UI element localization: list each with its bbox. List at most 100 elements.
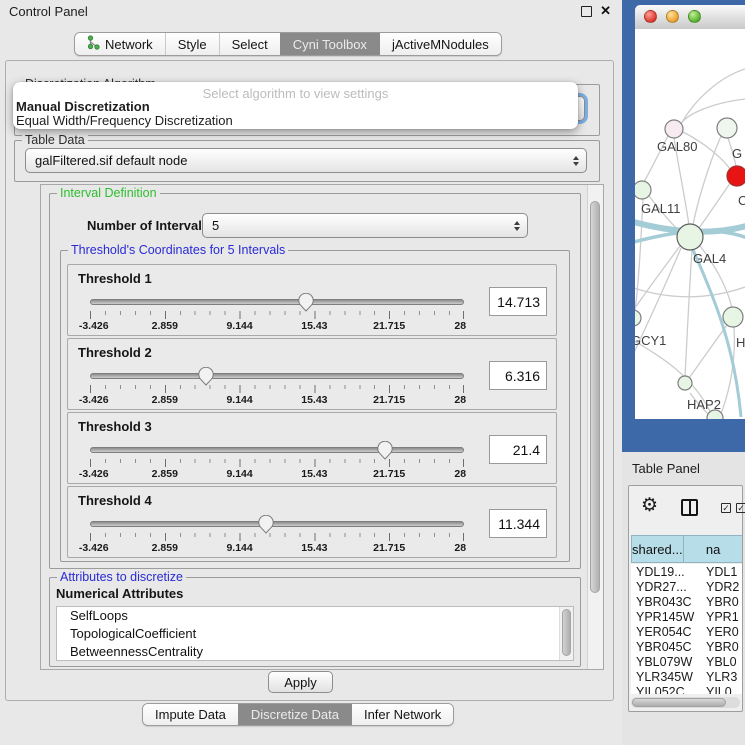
node-gcy1[interactable] — [635, 310, 641, 326]
table-row[interactable]: YPR145WYPR1 — [631, 609, 742, 624]
tab-jactivemnodules-label: jActiveMNodules — [392, 37, 489, 52]
columns-icon[interactable] — [681, 499, 698, 516]
threshold-4-label: Threshold 4 — [78, 493, 152, 508]
combo-arrows-icon — [514, 221, 520, 231]
checkbox-icon[interactable]: ✓ — [736, 503, 745, 513]
threshold-4-slider[interactable]: -3.426 2.859 9.144 15.43 21.715 28 — [90, 515, 464, 555]
control-panel-titlebar: Control Panel ✕ — [0, 0, 618, 24]
table-horizontal-scrollbar[interactable] — [631, 697, 740, 708]
settings-scrollbar-thumb[interactable] — [590, 201, 600, 593]
tick-label: 2.859 — [152, 542, 178, 554]
node-h[interactable] — [723, 307, 743, 327]
node-gal80[interactable] — [665, 120, 683, 138]
slider-thumb[interactable] — [298, 293, 314, 312]
popup-option-manual-discretization[interactable]: Manual Discretization — [16, 99, 150, 114]
table-data-group: Table Data galFiltered.sif default node — [14, 140, 600, 182]
tick-label: 28 — [454, 542, 466, 554]
apply-button[interactable]: Apply — [268, 671, 333, 693]
float-window-icon[interactable] — [581, 6, 592, 17]
threshold-2-label: Threshold 2 — [78, 345, 152, 360]
column-header[interactable]: shared... — [631, 535, 684, 563]
cell: YPR145W — [631, 610, 702, 624]
table-row[interactable]: YBR043CYBR0 — [631, 594, 742, 609]
table-row[interactable]: YIL052CYIL0 — [631, 684, 742, 694]
tab-network[interactable]: Network — [75, 33, 165, 55]
list-item[interactable]: TopologicalCoefficient — [57, 625, 573, 643]
tab-infer-network-label: Infer Network — [364, 707, 441, 722]
threshold-4-value-field[interactable]: 11.344 — [489, 509, 547, 538]
number-of-intervals-combobox[interactable]: 5 — [202, 213, 528, 238]
slider-track[interactable] — [90, 299, 464, 305]
table-row[interactable]: YDR27...YDR2 — [631, 579, 742, 594]
table-data-combobox[interactable]: galFiltered.sif default node — [25, 148, 587, 173]
gear-icon[interactable]: ⚙ — [641, 494, 658, 517]
threshold-3-panel: Threshold 3 -3.426 2.859 9.144 15.43 21.… — [67, 412, 557, 484]
number-of-intervals-label: Number of Intervals — [87, 218, 209, 233]
zoom-window-button[interactable] — [688, 10, 701, 23]
tick-label: 2.859 — [152, 394, 178, 406]
tab-discretize-data[interactable]: Discretize Data — [238, 704, 351, 725]
slider-scale: -3.426 2.859 9.144 15.43 21.715 28 — [90, 320, 464, 332]
column-header[interactable]: na — [684, 535, 742, 563]
cell: YLR3 — [702, 670, 737, 684]
node-red-selected[interactable] — [727, 166, 745, 186]
tick-label: -3.426 — [79, 320, 109, 332]
network-window-titlebar[interactable] — [635, 5, 745, 30]
network-canvas[interactable]: GAL80 G C GAL11 GAL4 GCY1 H HAP2 — [635, 29, 745, 419]
cell: YDL19... — [631, 565, 702, 579]
threshold-1-value-field[interactable]: 14.713 — [489, 287, 547, 316]
list-scrollbar[interactable] — [559, 607, 573, 660]
cell: YBR0 — [702, 640, 739, 654]
slider-track[interactable] — [90, 521, 464, 527]
node-hap2[interactable] — [678, 376, 692, 390]
node-gal11[interactable] — [635, 181, 651, 199]
table-row[interactable]: YBR045CYBR0 — [631, 639, 742, 654]
table-row[interactable]: YDL19...YDL1 — [631, 564, 742, 579]
threshold-2-slider[interactable]: -3.426 2.859 9.144 15.43 21.715 28 — [90, 367, 464, 407]
list-item[interactable]: SelfLoops — [57, 607, 573, 625]
node-gal4[interactable] — [677, 224, 703, 250]
node-label: H — [736, 335, 745, 350]
threshold-2-value-field[interactable]: 6.316 — [489, 361, 547, 390]
node-top-right[interactable] — [717, 118, 737, 138]
node-label: HAP2 — [687, 397, 721, 412]
close-window-button[interactable] — [644, 10, 657, 23]
tab-select[interactable]: Select — [219, 33, 280, 55]
tab-jactivemnodules[interactable]: jActiveMNodules — [379, 33, 501, 55]
tab-style-label: Style — [178, 37, 207, 52]
table-row[interactable]: YLR345WYLR3 — [631, 669, 742, 684]
popup-option-equal-width-frequency[interactable]: Equal Width/Frequency Discretization — [16, 113, 233, 128]
node-label: GAL4 — [693, 251, 726, 266]
threshold-3-value-field[interactable]: 21.4 — [489, 435, 547, 464]
table-row[interactable]: YBL079WYBL0 — [631, 654, 742, 669]
threshold-3-slider[interactable]: -3.426 2.859 9.144 15.43 21.715 28 — [90, 441, 464, 481]
tick-label: 15.43 — [301, 394, 327, 406]
tab-discretize-data-label: Discretize Data — [251, 707, 339, 722]
node-label: C — [738, 193, 745, 208]
slider-track[interactable] — [90, 447, 464, 453]
tick-label: 9.144 — [226, 542, 252, 554]
threshold-1-slider[interactable]: -3.426 2.859 9.144 15.43 21.715 28 — [90, 293, 464, 333]
list-scrollbar-thumb[interactable] — [562, 609, 571, 656]
settings-scrollbar[interactable] — [587, 185, 603, 669]
close-icon[interactable]: ✕ — [600, 3, 611, 19]
cell: YLR345W — [631, 670, 702, 684]
table-data-group-label: Table Data — [22, 133, 88, 148]
attributes-to-discretize-group: Attributes to discretize Numerical Attri… — [49, 577, 581, 667]
threshold-1-panel: Threshold 1 -3.426 2.859 9.144 15.43 21.… — [67, 264, 557, 336]
slider-thumb[interactable] — [258, 515, 274, 534]
numerical-attributes-list: SelfLoops TopologicalCoefficient Between… — [56, 606, 574, 661]
tab-style[interactable]: Style — [165, 33, 219, 55]
tab-infer-network[interactable]: Infer Network — [351, 704, 453, 725]
checkbox-icon[interactable]: ✓ — [721, 503, 731, 513]
table-horizontal-scrollbar-thumb[interactable] — [632, 698, 726, 707]
tick-label: 21.715 — [373, 468, 405, 480]
list-item[interactable]: BetweennessCentrality — [57, 643, 573, 661]
tab-impute-data[interactable]: Impute Data — [143, 704, 238, 725]
slider-thumb[interactable] — [198, 367, 214, 386]
table-row[interactable]: YER054CYER0 — [631, 624, 742, 639]
slider-track[interactable] — [90, 373, 464, 379]
slider-thumb[interactable] — [377, 441, 393, 460]
minimize-window-button[interactable] — [666, 10, 679, 23]
tab-cyni-toolbox[interactable]: Cyni Toolbox — [280, 33, 379, 55]
